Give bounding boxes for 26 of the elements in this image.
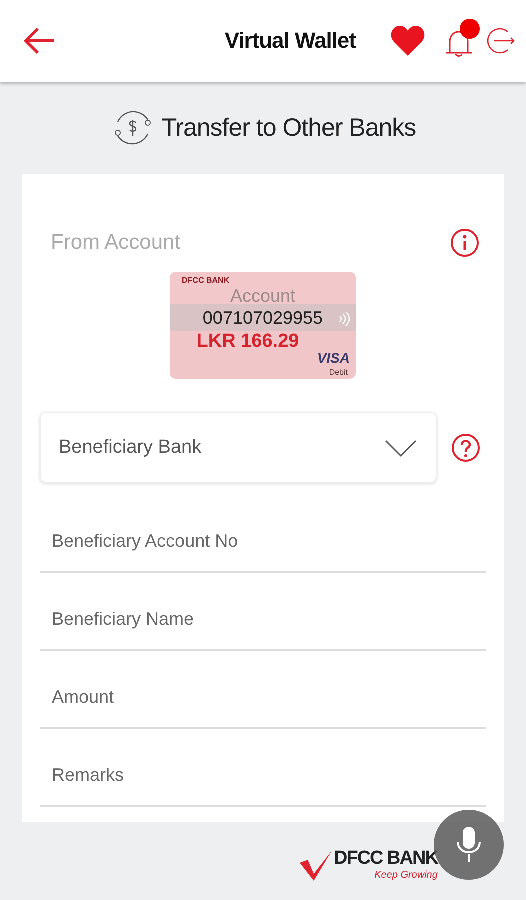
bank-logo-text: DFCC BANK xyxy=(334,848,438,870)
info-icon[interactable] xyxy=(450,228,480,258)
input-field[interactable]: Remarks xyxy=(40,735,486,807)
help-icon[interactable] xyxy=(451,432,481,462)
chevron-down-icon xyxy=(384,438,418,458)
heart-icon[interactable] xyxy=(390,25,426,57)
account-card[interactable]: DFCC BANK Account 007107029955 LKR 166.29 VISA Debit xyxy=(170,272,356,379)
beneficiary-bank-dropdown[interactable]: Beneficiary Bank xyxy=(40,412,437,483)
input-field[interactable]: Amount xyxy=(40,657,486,729)
account-number: 007107029955 xyxy=(202,307,324,330)
page-title: Transfer to Other Banks xyxy=(162,114,416,142)
checkmark-logo-icon xyxy=(300,851,334,881)
input-field[interactable]: Beneficiary Account No xyxy=(40,501,486,573)
input-field[interactable]: Beneficiary Name xyxy=(40,579,486,651)
back-arrow-icon[interactable] xyxy=(22,26,56,56)
microphone-icon xyxy=(456,826,482,864)
logout-icon[interactable] xyxy=(486,26,516,56)
header-title: Virtual Wallet xyxy=(224,28,356,54)
card-brand: DFCC BANK xyxy=(182,276,230,285)
bank-tagline: Keep Growing xyxy=(374,870,438,881)
card-label: Account xyxy=(230,286,296,306)
account-balance: LKR 166.29 xyxy=(196,330,300,354)
from-account-label: From Account xyxy=(51,231,181,255)
card-type: Debit xyxy=(329,368,348,377)
contactless-icon xyxy=(338,312,350,326)
card-network: VISA xyxy=(317,350,350,366)
